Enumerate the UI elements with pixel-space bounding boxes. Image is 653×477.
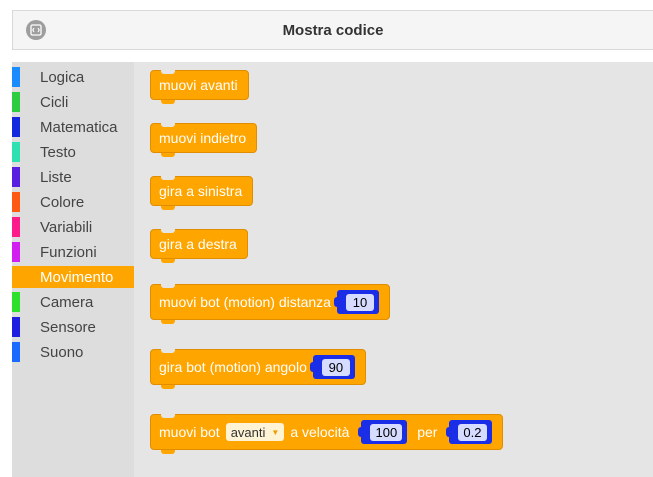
toolbox-category-matematica[interactable]: Matematica xyxy=(12,116,134,138)
block-muovi-avanti[interactable]: muovi avanti xyxy=(150,70,249,104)
toolbox-category-movimento[interactable]: Movimento xyxy=(12,266,134,288)
block-muovi-indietro[interactable]: muovi indietro xyxy=(150,123,258,157)
category-label: Sensore xyxy=(40,318,96,336)
block-label: muovi indietro xyxy=(159,130,247,146)
toolbox-category-liste[interactable]: Liste xyxy=(12,166,134,188)
toolbox-category-logica[interactable]: Logica xyxy=(12,66,134,88)
category-label: Logica xyxy=(40,68,85,86)
distance-number-input[interactable]: 10 xyxy=(333,290,379,314)
block-muovi-bot-velocita[interactable]: muovi bot avanti ▼ a velocità 100 per 0.… xyxy=(150,414,503,454)
category-color-swatch xyxy=(12,92,20,112)
duration-number-input[interactable]: 0.2 xyxy=(446,420,492,444)
page-title: Mostra codice xyxy=(282,22,384,39)
number-field[interactable]: 10 xyxy=(345,293,374,311)
block-gira-a-sinistra[interactable]: gira a sinistra xyxy=(150,176,254,210)
block-label: gira bot (motion) angolo xyxy=(159,359,307,375)
block-label: gira a sinistra xyxy=(159,183,243,199)
toolbox-category-colore[interactable]: Colore xyxy=(12,191,134,213)
category-color-swatch xyxy=(12,342,20,362)
chevron-down-icon: ▼ xyxy=(271,427,280,437)
toolbox-category-testo[interactable]: Testo xyxy=(12,141,134,163)
toolbox-category-variabili[interactable]: Variabili xyxy=(12,216,134,238)
block-muovi-bot-distanza[interactable]: muovi bot (motion) distanza 10 xyxy=(150,284,390,324)
category-label: Suono xyxy=(40,343,84,361)
toolbox-category-camera[interactable]: Camera xyxy=(12,291,134,313)
block-gira-a-destra[interactable]: gira a destra xyxy=(150,229,248,263)
category-color-swatch xyxy=(12,317,20,337)
category-label: Cicli xyxy=(40,93,69,111)
toolbox: Logica Cicli Matematica Testo Liste Colo… xyxy=(12,62,134,477)
block-label: muovi bot xyxy=(159,424,220,440)
category-color-swatch xyxy=(12,242,20,262)
category-label: Liste xyxy=(40,168,72,186)
category-label: Colore xyxy=(40,193,85,211)
block-label: gira a destra xyxy=(159,236,237,252)
block-label: a velocità xyxy=(290,424,350,440)
category-label: Testo xyxy=(40,143,76,161)
category-label: Movimento xyxy=(40,268,114,286)
number-field[interactable]: 100 xyxy=(370,423,403,441)
number-field[interactable]: 90 xyxy=(321,358,350,376)
category-label: Funzioni xyxy=(40,243,97,261)
category-label: Variabili xyxy=(40,218,93,236)
toolbox-category-suono[interactable]: Suono xyxy=(12,341,134,363)
block-gira-bot-angolo[interactable]: gira bot (motion) angolo 90 xyxy=(150,349,366,389)
category-color-swatch xyxy=(12,292,20,312)
category-color-swatch xyxy=(12,192,20,212)
category-color-swatch xyxy=(12,67,20,87)
block-label: muovi bot (motion) distanza xyxy=(159,294,331,310)
block-label: muovi avanti xyxy=(159,77,238,93)
category-color-swatch xyxy=(12,267,20,287)
dropdown-value: avanti xyxy=(230,424,266,440)
direction-dropdown[interactable]: avanti ▼ xyxy=(225,423,285,441)
toolbox-category-cicli[interactable]: Cicli xyxy=(12,91,134,113)
blockly-workspace[interactable]: Logica Cicli Matematica Testo Liste Colo… xyxy=(12,62,653,477)
block-label: per xyxy=(417,424,438,440)
category-color-swatch xyxy=(12,217,20,237)
category-color-swatch xyxy=(12,142,20,162)
number-field[interactable]: 0.2 xyxy=(458,423,487,441)
speed-number-input[interactable]: 100 xyxy=(358,420,408,444)
header-bar: Mostra codice xyxy=(12,10,653,50)
category-label: Matematica xyxy=(40,118,118,136)
toolbox-category-funzioni[interactable]: Funzioni xyxy=(12,241,134,263)
toolbox-category-sensore[interactable]: Sensore xyxy=(12,316,134,338)
category-color-swatch xyxy=(12,117,20,137)
category-label: Camera xyxy=(40,293,94,311)
category-color-swatch xyxy=(12,167,20,187)
angle-number-input[interactable]: 90 xyxy=(309,355,355,379)
